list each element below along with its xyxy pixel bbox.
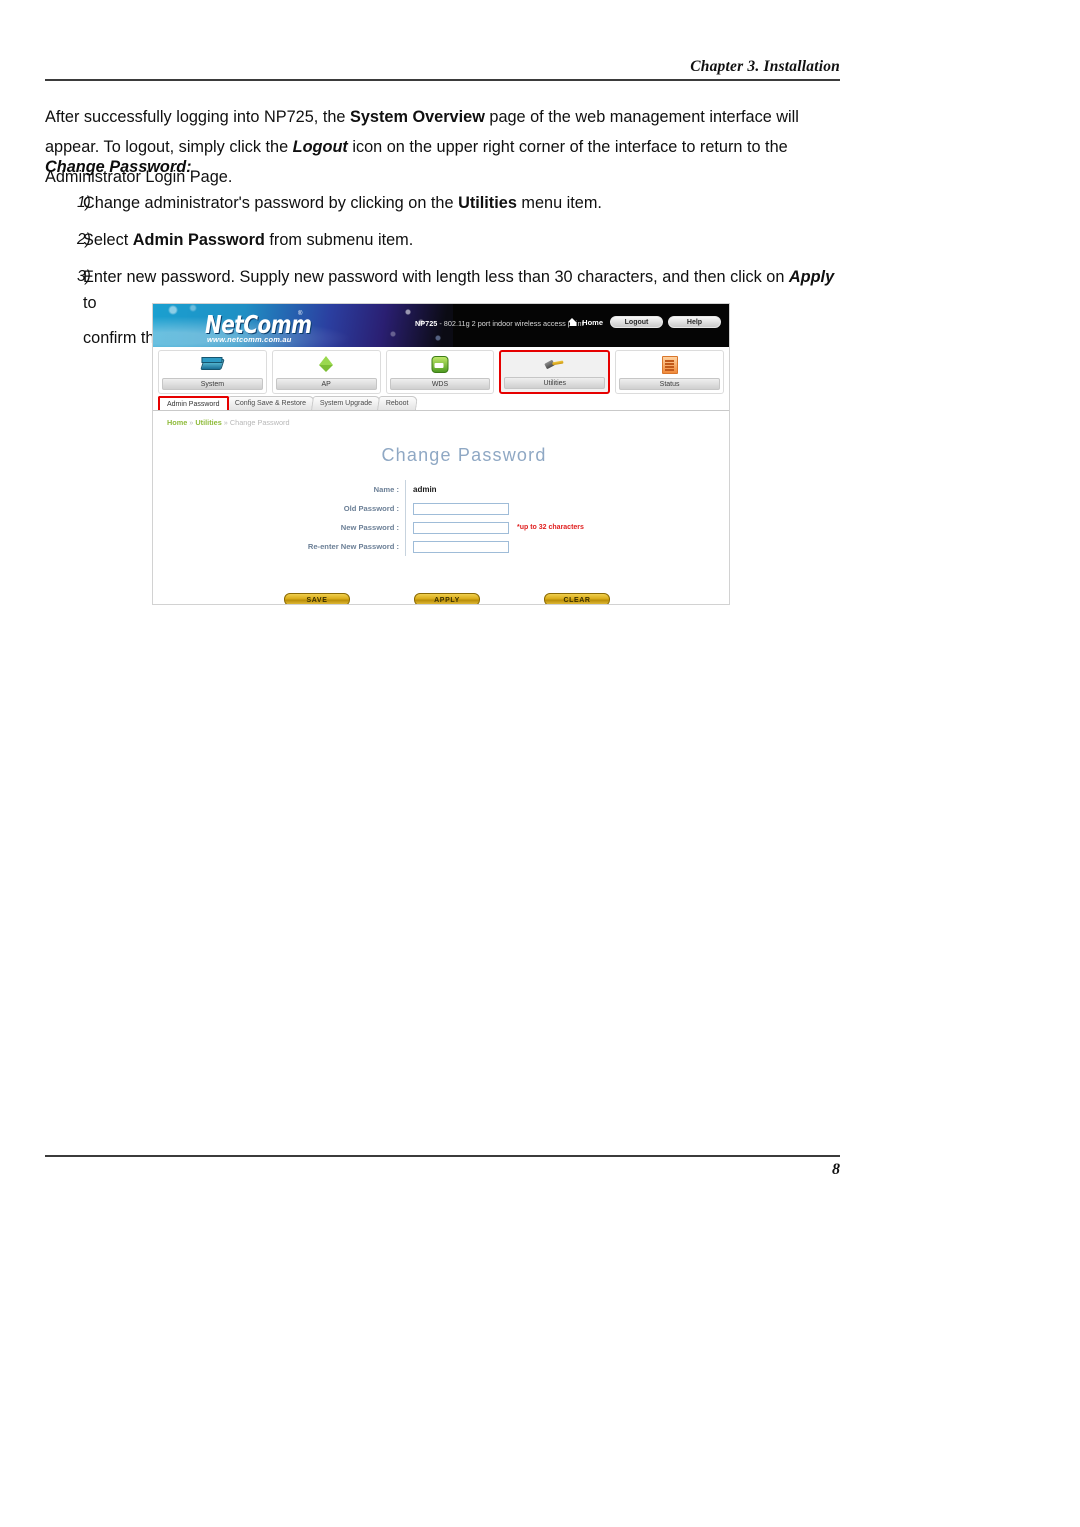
help-button[interactable]: Help: [668, 316, 721, 328]
logout-button[interactable]: Logout: [610, 316, 663, 328]
old-password-wrap: [406, 502, 509, 515]
tab-system[interactable]: System: [158, 350, 267, 394]
chapter-title: Chapter 3. Installation: [690, 58, 840, 75]
hammer-icon: [544, 356, 566, 374]
change-password-form: Name : admin Old Password : New Password…: [153, 480, 729, 556]
model-name: NP725: [415, 319, 438, 328]
home-icon[interactable]: [568, 317, 577, 327]
subtab-config-save-restore[interactable]: Config Save & Restore: [225, 396, 315, 410]
step2-text-a: Select: [83, 231, 133, 249]
step3-text-a: Enter new password. Supply new password …: [83, 268, 789, 286]
utilities-emphasis: Utilities: [458, 194, 517, 212]
tab-ap-label: AP: [275, 378, 377, 390]
tab-ap[interactable]: AP: [271, 350, 381, 394]
subtab-reboot[interactable]: Reboot: [376, 396, 418, 410]
model-description: NP725 - 802.11g 2 port indoor wireless a…: [415, 319, 584, 328]
subtab-system-upgrade[interactable]: System Upgrade: [310, 396, 381, 410]
page-number: 8: [832, 1161, 840, 1178]
step-text: Select Admin Password from submenu item.: [83, 227, 840, 253]
page-header: Chapter 3. Installation: [45, 58, 840, 81]
name-value: admin: [413, 485, 437, 494]
tab-utilities[interactable]: Utilities: [499, 350, 611, 394]
content-pane: Home » Utilities » Change Password Chang…: [153, 411, 729, 604]
embedded-router-ui-screenshot: NetComm ® www.netcomm.com.au NP725 - 802…: [152, 303, 730, 605]
intro-paragraph: After successfully logging into NP725, t…: [45, 102, 840, 192]
step1-text-c: menu item.: [516, 194, 602, 212]
step-number: 2): [77, 231, 91, 248]
netcomm-url: www.netcomm.com.au: [207, 335, 292, 344]
new-password-wrap: *up to 32 characters: [406, 521, 584, 534]
page-title: Change Password: [381, 445, 547, 465]
subtab-system-upgrade-label: System Upgrade: [319, 400, 372, 407]
page-footer: 8: [45, 1155, 840, 1179]
bridge-icon: [429, 355, 451, 373]
tab-utilities-label: Utilities: [504, 377, 606, 389]
submenu-tabs: Admin Password Config Save & Restore Sys…: [153, 394, 729, 411]
logout-emphasis: Logout: [292, 138, 348, 157]
system-overview-emphasis: System Overview: [350, 108, 485, 127]
reenter-password-label: Re-enter New Password :: [153, 537, 406, 556]
list-item: 1) Change administrator's password by cl…: [45, 190, 840, 216]
breadcrumb: Home » Utilities » Change Password: [167, 418, 290, 427]
router-icon: [200, 355, 226, 373]
document-icon: [659, 355, 681, 374]
subtab-config-save-restore-label: Config Save & Restore: [234, 400, 306, 407]
intro-text-a: After successfully logging into NP725, t…: [45, 108, 350, 127]
new-password-input[interactable]: [413, 521, 509, 534]
old-password-input[interactable]: [413, 502, 509, 515]
header-divider: [45, 79, 840, 81]
new-password-hint: *up to 32 characters: [517, 524, 584, 531]
reenter-password-input[interactable]: [413, 540, 509, 553]
tab-system-label: System: [162, 378, 263, 390]
banner-actions: Home Logout Help: [568, 316, 721, 328]
old-password-label: Old Password :: [153, 499, 406, 518]
breadcrumb-separator: »: [221, 418, 230, 427]
subtab-admin-password[interactable]: Admin Password: [158, 396, 229, 410]
step-number: 3): [77, 268, 91, 285]
step-text: Change administrator's password by click…: [83, 190, 840, 216]
tab-status[interactable]: Status: [615, 350, 724, 394]
new-password-label: New Password :: [153, 518, 406, 537]
subtab-admin-password-label: Admin Password: [167, 401, 220, 408]
antenna-icon: [315, 355, 337, 373]
step2-text-c: from submenu item.: [264, 231, 414, 249]
router-banner: NetComm ® www.netcomm.com.au NP725 - 802…: [153, 304, 729, 347]
breadcrumb-current: Change Password: [229, 418, 290, 427]
section-heading: Change Password:: [45, 158, 192, 176]
step-number: 1): [77, 194, 91, 211]
admin-password-emphasis: Admin Password: [132, 231, 265, 249]
breadcrumb-utilities[interactable]: Utilities: [195, 418, 221, 427]
name-value-wrap: admin: [406, 485, 437, 494]
tab-status-label: Status: [619, 378, 720, 390]
form-row-old-password: Old Password :: [153, 499, 729, 518]
name-label: Name :: [153, 480, 406, 499]
reenter-password-wrap: [406, 540, 509, 553]
model-desc: - 802.11g 2 port indoor wireless access …: [437, 319, 584, 328]
save-button[interactable]: SAVE: [284, 593, 350, 604]
step3-text-c: to: [83, 294, 97, 312]
apply-emphasis: Apply: [788, 268, 835, 286]
home-link[interactable]: Home: [582, 318, 603, 327]
step1-text-a: Change administrator's password by click…: [83, 194, 459, 212]
tab-wds[interactable]: WDS: [385, 350, 495, 394]
main-navigation-tabs: System AP WDS Utilities Status: [153, 347, 729, 394]
tab-wds-label: WDS: [389, 378, 491, 390]
form-row-reenter-password: Re-enter New Password :: [153, 537, 729, 556]
form-row-new-password: New Password : *up to 32 characters: [153, 518, 729, 537]
registered-trademark-icon: ®: [298, 311, 303, 317]
form-actions: SAVE APPLY CLEAR: [153, 593, 729, 604]
form-row-name: Name : admin: [153, 480, 729, 499]
breadcrumb-home[interactable]: Home: [167, 418, 187, 427]
clear-button[interactable]: CLEAR: [544, 593, 610, 604]
subtab-reboot-label: Reboot: [385, 400, 409, 407]
apply-button[interactable]: APPLY: [414, 593, 480, 604]
list-item: 2) Select Admin Password from submenu it…: [45, 227, 840, 253]
